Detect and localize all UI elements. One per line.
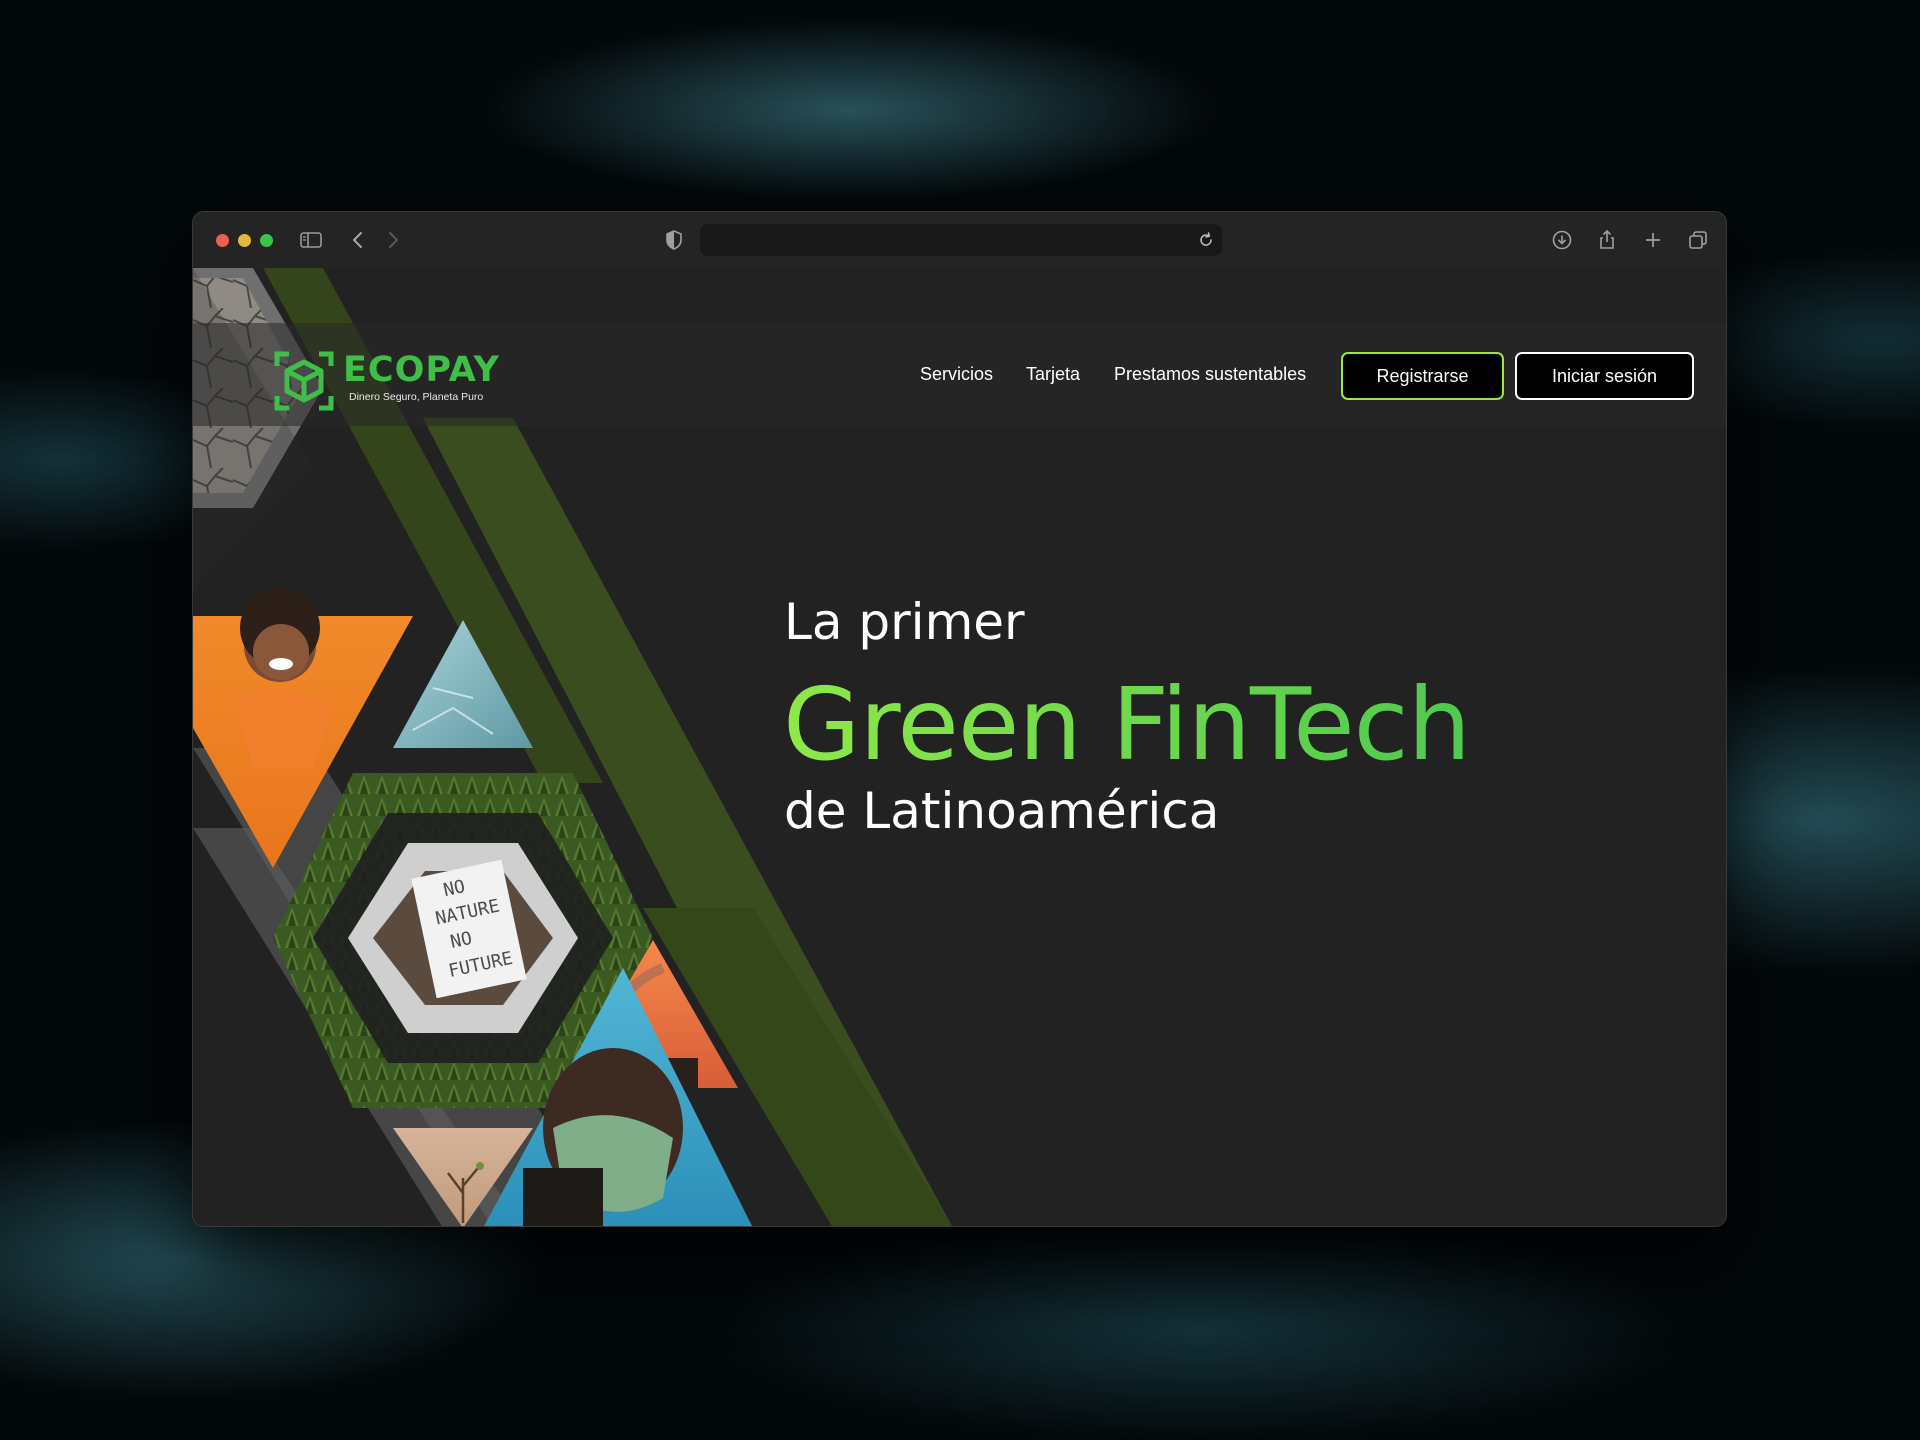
forward-icon[interactable] — [381, 228, 405, 252]
brand-name[interactable]: ECOPAY — [343, 350, 500, 390]
close-window-button[interactable] — [216, 234, 229, 247]
sidebar-icon[interactable] — [299, 228, 323, 252]
hero-headline-accent: Green FinTech — [783, 666, 1471, 783]
back-icon[interactable] — [346, 228, 370, 252]
shield-icon[interactable] — [662, 228, 686, 252]
svg-text:NO: NO — [448, 928, 474, 953]
browser-window: NO NATURE NO FUTURE ECOPAY Dinero Seguro… — [192, 211, 1727, 1227]
nav-link-prestamos[interactable]: Prestamos sustentables — [1114, 364, 1306, 385]
ecopay-logo-icon[interactable] — [273, 350, 335, 412]
webpage: NO NATURE NO FUTURE ECOPAY Dinero Seguro… — [193, 268, 1726, 1226]
zoom-window-button[interactable] — [260, 234, 273, 247]
share-icon[interactable] — [1595, 228, 1619, 252]
minimize-window-button[interactable] — [238, 234, 251, 247]
nav-link-tarjeta[interactable]: Tarjeta — [1026, 364, 1080, 385]
brand-tagline: Dinero Seguro, Planeta Puro — [349, 391, 484, 403]
nav-link-servicios[interactable]: Servicios — [920, 364, 993, 385]
hero-headline-line1: La primer — [784, 593, 1025, 651]
download-icon[interactable] — [1550, 228, 1574, 252]
svg-text:NO: NO — [442, 876, 468, 901]
login-button[interactable]: Iniciar sesión — [1515, 352, 1694, 400]
register-button[interactable]: Registrarse — [1341, 352, 1504, 400]
address-bar[interactable] — [700, 224, 1222, 256]
browser-toolbar — [193, 212, 1726, 269]
new-tab-icon[interactable] — [1641, 228, 1665, 252]
tabs-overview-icon[interactable] — [1686, 228, 1710, 252]
reload-icon[interactable] — [1196, 230, 1216, 250]
hero-headline-line3: de Latinoamérica — [784, 782, 1220, 840]
